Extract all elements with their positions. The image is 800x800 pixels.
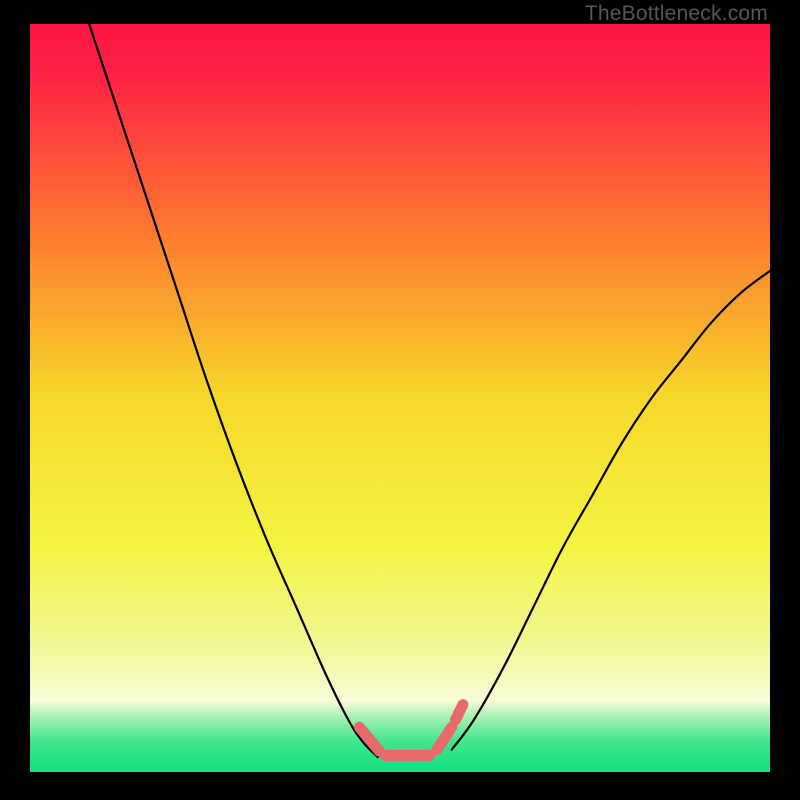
chart-frame — [30, 24, 770, 772]
chart-plot — [30, 24, 770, 772]
watermark-text: TheBottleneck.com — [585, 2, 768, 26]
gradient-background — [30, 24, 770, 772]
marker-segment — [456, 705, 463, 720]
